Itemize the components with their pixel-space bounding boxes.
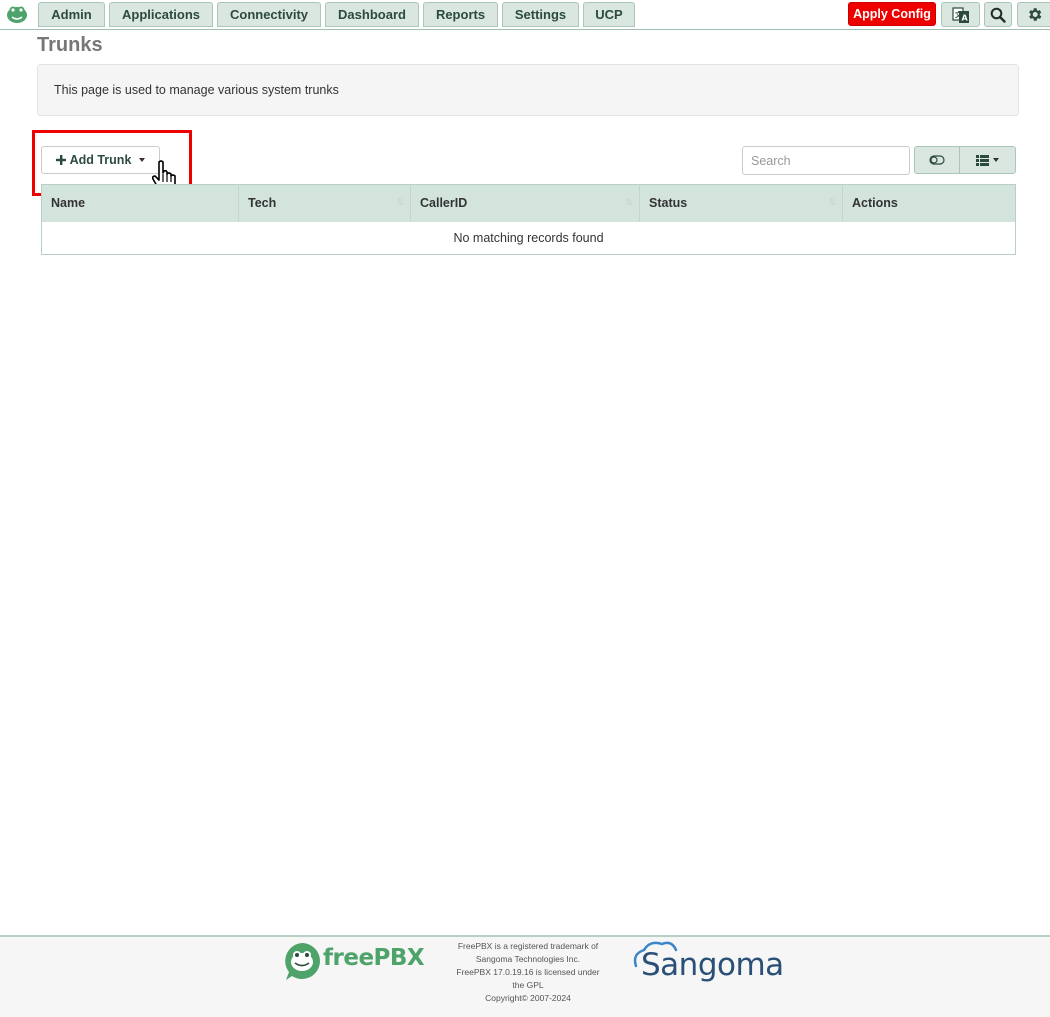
column-label: Actions [852,196,898,211]
column-header-status[interactable]: Status ⇅ [639,184,843,222]
chevron-down-icon [993,158,999,162]
column-label: Status [649,196,688,211]
sort-icon: ⇅ [828,197,836,207]
search-input[interactable] [742,146,910,175]
legal-line: Sangoma Technologies Inc. [475,954,581,964]
language-icon: 文 A [951,6,969,23]
tab-applications[interactable]: Applications [109,2,213,27]
freepbx-wordmark: freePBX [323,945,425,971]
tab-label: UCP [595,7,623,22]
column-header-name[interactable]: Name [41,184,239,222]
apply-config-label: Apply Config [853,7,931,21]
tab-label: Settings [514,7,567,22]
sort-icon: ⇅ [396,197,404,207]
sangoma-wordmark: Sangoma [641,947,784,983]
settings-button[interactable] [1017,2,1050,27]
columns-dropdown-button[interactable] [959,146,1016,174]
gear-icon [1028,8,1041,21]
tab-label: Admin [51,7,92,22]
info-text: This page is used to manage various syst… [54,83,339,97]
tab-settings[interactable]: Settings [502,2,579,27]
freepbx-logo-icon[interactable] [4,3,30,25]
legal-text: FreePBX is a registered trademark of San… [448,940,608,1005]
tab-admin[interactable]: Admin [38,2,105,27]
column-label: CallerID [420,196,468,211]
trunks-table: Name Tech ⇅ CallerID ⇅ Status ⇅ Actions No … [41,184,1016,255]
table-row: No matching records found [41,221,1016,255]
tab-label: Connectivity [229,7,308,22]
tab-label: Reports [435,7,486,22]
sort-icon: ⇅ [625,197,633,207]
chevron-down-icon [139,158,146,162]
column-header-tech[interactable]: Tech ⇅ [238,184,411,222]
search-button[interactable] [984,2,1012,27]
add-trunk-button[interactable]: Add Trunk [41,146,160,174]
language-button[interactable]: 文 A [941,2,980,27]
add-trunk-label: Add Trunk [69,153,132,167]
table-header-row: Name Tech ⇅ CallerID ⇅ Status ⇅ Actions [41,184,1016,222]
legal-line: FreePBX is a registered trademark of [457,941,599,951]
tab-label: Dashboard [338,7,406,22]
tab-reports[interactable]: Reports [423,2,498,27]
column-header-callerid[interactable]: CallerID ⇅ [410,184,640,222]
column-label: Name [51,196,86,211]
top-nav: Admin Applications Connectivity Dashboar… [0,0,1050,30]
column-header-actions: Actions [842,184,1016,222]
list-icon [976,154,989,166]
column-label: Tech [248,196,277,211]
toggle-view-button[interactable] [914,146,960,174]
tab-label: Applications [121,7,200,22]
toggle-icon [929,155,945,165]
tab-dashboard[interactable]: Dashboard [325,2,419,27]
info-panel: This page is used to manage various syst… [37,64,1019,116]
apply-config-button[interactable]: Apply Config [848,2,936,26]
legal-line: Copyright© 2007-2024 [485,993,571,1003]
legal-line: FreePBX 17.0.19.16 is licensed under [456,967,600,977]
tab-connectivity[interactable]: Connectivity [217,2,321,27]
plus-icon [55,155,66,165]
search-icon [990,7,1006,23]
svg-text:A: A [961,13,968,22]
empty-message: No matching records found [41,221,1016,255]
legal-line: the GPL [512,980,544,990]
page-title: Trunks [37,34,103,56]
tab-ucp[interactable]: UCP [583,2,635,27]
